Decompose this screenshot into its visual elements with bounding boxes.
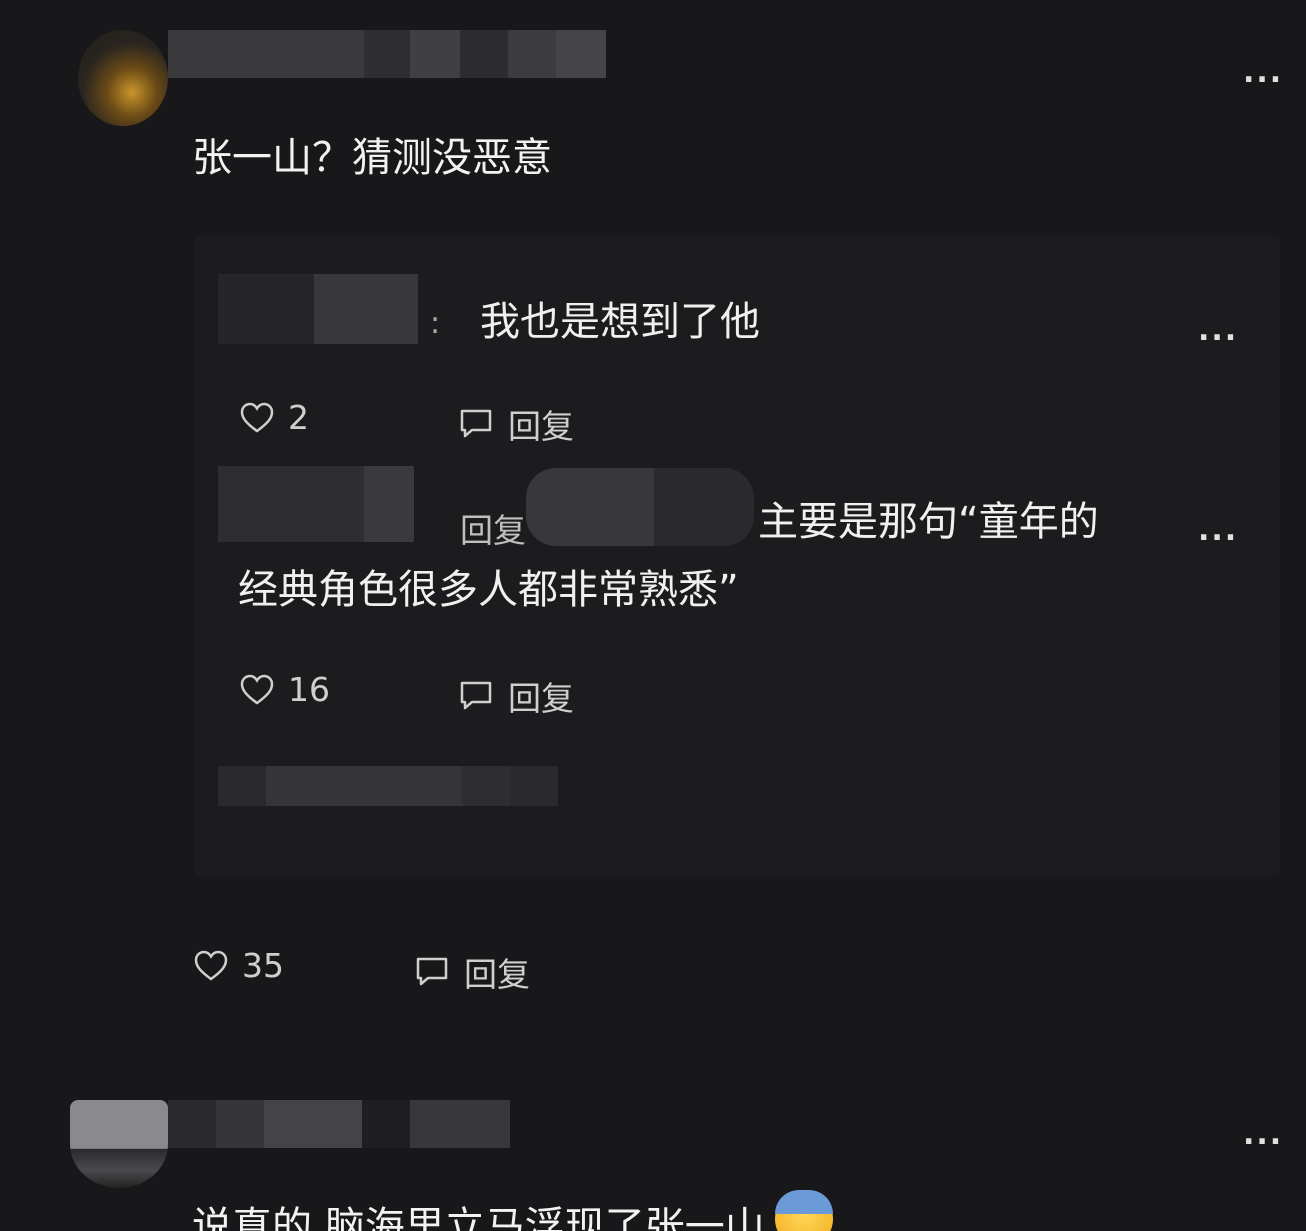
- scared-face-icon: [774, 1190, 833, 1231]
- comment-icon: [414, 956, 450, 988]
- reply-button[interactable]: 回复: [458, 400, 574, 448]
- reply-separator: :: [430, 306, 441, 341]
- more-options-button[interactable]: ...: [1243, 1120, 1283, 1150]
- more-options-button[interactable]: ...: [1198, 316, 1238, 346]
- like-count: 16: [288, 670, 330, 709]
- like-button[interactable]: 16: [240, 670, 330, 709]
- reply-button[interactable]: 回复: [458, 672, 574, 720]
- comment-icon: [458, 408, 494, 440]
- avatar[interactable]: [70, 1100, 168, 1188]
- heart-icon: [240, 402, 274, 434]
- comment-icon: [458, 680, 494, 712]
- comment-text-content: 说真的 脑海里立马浮现了张一山: [192, 1204, 765, 1231]
- reply-text: 我也是想到了他: [480, 299, 760, 345]
- like-button[interactable]: 2: [240, 398, 309, 437]
- reply-label: 回复: [464, 955, 530, 994]
- more-options-button[interactable]: ...: [1243, 58, 1283, 88]
- reply-to-label: 回复: [460, 511, 526, 550]
- reply-target-username-blurred[interactable]: [526, 468, 754, 546]
- reply-label: 回复: [508, 407, 574, 446]
- reply-label: 回复: [508, 679, 574, 718]
- comment-text: 说真的 脑海里立马浮现了张一山: [192, 1190, 833, 1231]
- comment-text: 张一山？猜测没恶意: [192, 135, 552, 181]
- view-more-replies-blurred[interactable]: [218, 766, 558, 806]
- reply-username-blurred[interactable]: [218, 274, 418, 344]
- reply-username-blurred[interactable]: [218, 466, 414, 542]
- heart-icon: [240, 674, 274, 706]
- like-button[interactable]: 35: [194, 946, 284, 985]
- comment-thread: ... 张一山？猜测没恶意 : 我也是想到了他 ... 2 回复 回复 主要是那…: [0, 0, 1306, 1231]
- reply-button[interactable]: 回复: [414, 948, 530, 996]
- username-blurred[interactable]: [168, 1100, 510, 1148]
- username-blurred[interactable]: [168, 30, 606, 78]
- like-count: 35: [242, 946, 284, 985]
- like-count: 2: [288, 398, 309, 437]
- heart-icon: [194, 950, 228, 982]
- more-options-button[interactable]: ...: [1198, 516, 1238, 546]
- avatar[interactable]: [78, 30, 168, 126]
- reply-text: 主要是那句“童年的: [758, 499, 1099, 545]
- reply-text-continued: 经典角色很多人都非常熟悉”: [238, 567, 739, 613]
